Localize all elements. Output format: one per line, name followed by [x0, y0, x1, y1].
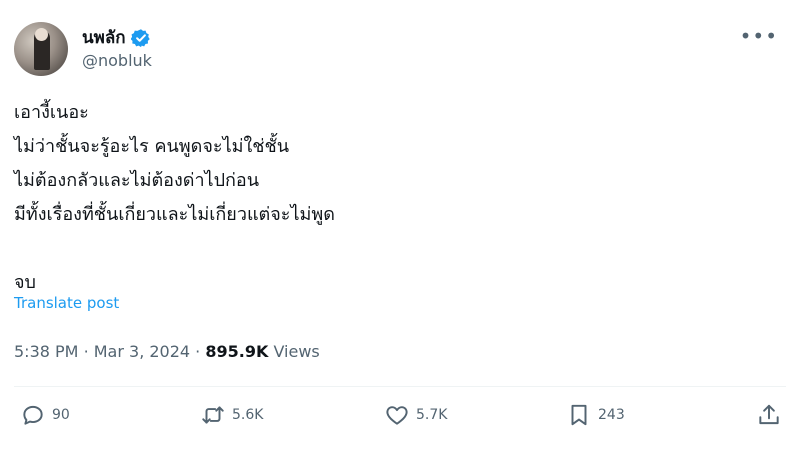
- reply-count: 90: [52, 407, 70, 423]
- bookmark-button[interactable]: 243: [566, 402, 625, 428]
- bookmark-icon: [571, 404, 587, 426]
- bookmark-count: 243: [598, 407, 625, 423]
- verified-badge-icon: [130, 28, 150, 47]
- more-icon[interactable]: •••: [740, 24, 778, 48]
- reply-button[interactable]: 90: [20, 402, 70, 428]
- display-name[interactable]: นพลัก: [82, 24, 126, 51]
- post-header: นพลัก @nobluk •••: [14, 20, 786, 78]
- like-button[interactable]: 5.7K: [384, 402, 447, 428]
- post-meta: 5:38 PM · Mar 3, 2024 · 895.9K Views: [14, 342, 320, 361]
- repost-icon: [202, 406, 224, 424]
- share-button[interactable]: [756, 402, 782, 428]
- meta-separator: ·: [195, 342, 206, 361]
- author-handle[interactable]: @nobluk: [82, 51, 152, 70]
- like-count: 5.7K: [416, 407, 448, 423]
- name-row: นพลัก: [82, 24, 151, 51]
- avatar-head: [35, 28, 48, 41]
- avatar[interactable]: [14, 22, 68, 76]
- reply-icon: [23, 405, 43, 425]
- repost-button[interactable]: 5.6K: [200, 402, 263, 428]
- divider: [14, 386, 786, 387]
- views-count: 895.9K: [205, 342, 269, 361]
- like-icon: [386, 406, 408, 425]
- meta-separator: ·: [83, 342, 94, 361]
- post-time[interactable]: 5:38 PM: [14, 342, 78, 361]
- action-bar: 90 5.6K 5.7K 243: [14, 402, 786, 438]
- post-date[interactable]: Mar 3, 2024: [94, 342, 190, 361]
- post-text: เอางี้เนอะ ไม่ว่าชั้นจะรู้อะไร คนพูดจะไม…: [14, 102, 335, 293]
- share-icon: [759, 404, 779, 425]
- views-label: Views: [273, 342, 320, 361]
- repost-count: 5.6K: [232, 407, 264, 423]
- translate-post-link[interactable]: Translate post: [14, 294, 119, 312]
